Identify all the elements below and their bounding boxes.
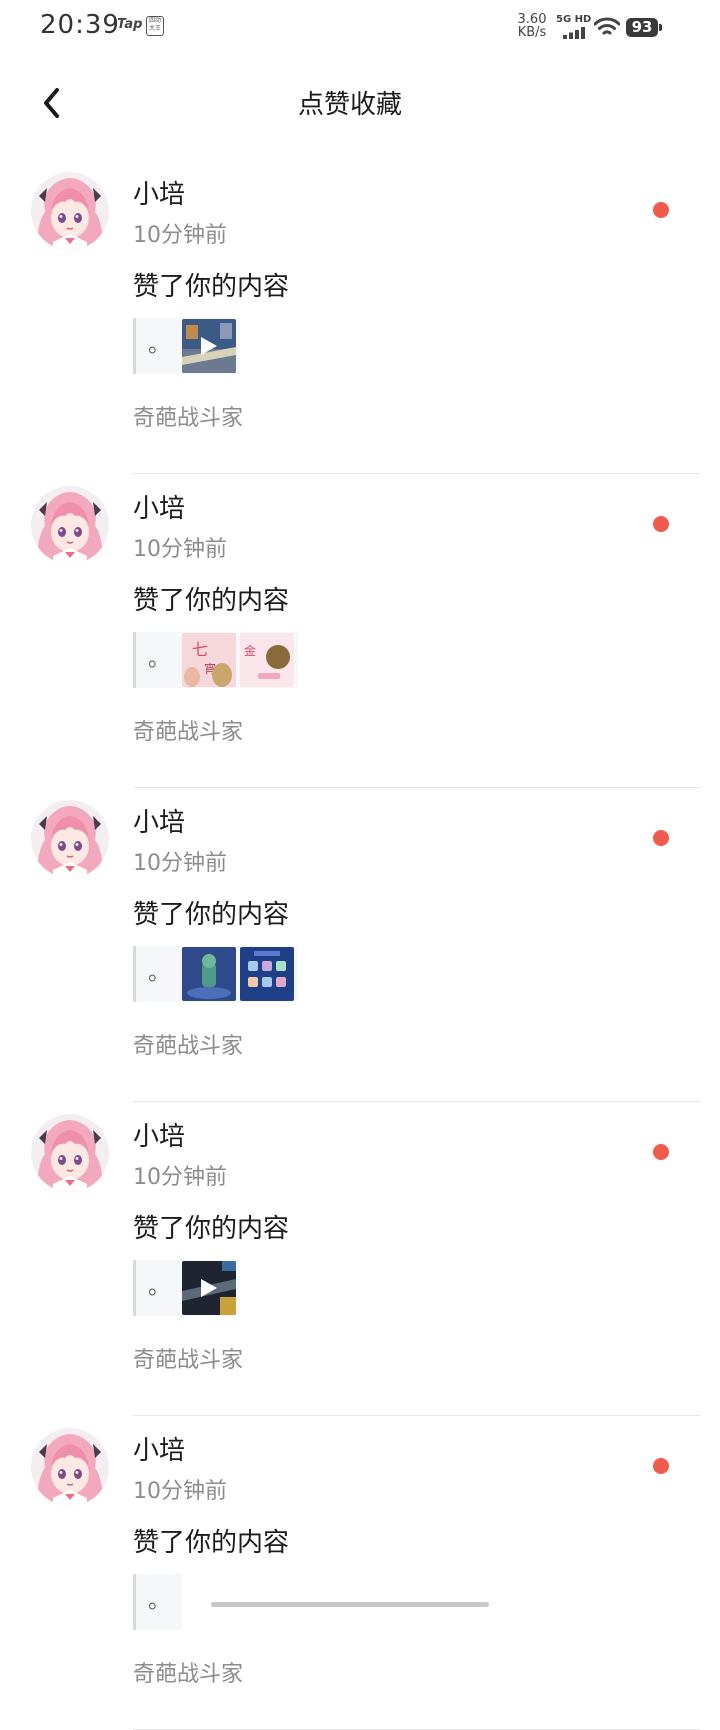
video-thumbnail[interactable] bbox=[182, 1261, 236, 1315]
timestamp: 10分钟前 bbox=[133, 537, 227, 562]
network-speed-unit: KB/s bbox=[517, 25, 547, 40]
timestamp: 10分钟前 bbox=[133, 1165, 227, 1190]
battery-icon: 93 bbox=[626, 18, 662, 37]
image-thumbnail[interactable] bbox=[182, 947, 236, 1001]
notification-item[interactable]: 小培 10分钟前赞了你的内容。奇葩战斗家 bbox=[0, 1416, 720, 1730]
notification-item[interactable]: 小培 10分钟前赞了你的内容。奇葩战斗家 bbox=[0, 788, 720, 1102]
game-name-link[interactable]: 奇葩战斗家 bbox=[133, 1342, 243, 1374]
notification-item[interactable]: 小培 10分钟前赞了你的内容。奇葩战斗家 bbox=[0, 160, 720, 474]
quoted-text: 。 bbox=[147, 1589, 170, 1614]
quoted-content[interactable]: 。 bbox=[133, 318, 240, 374]
game-name-link[interactable]: 奇葩战斗家 bbox=[133, 1656, 243, 1688]
game-name-link[interactable]: 奇葩战斗家 bbox=[133, 1028, 243, 1060]
unread-dot bbox=[653, 1458, 669, 1474]
unread-dot bbox=[653, 830, 669, 846]
quoted-text: 。 bbox=[147, 1275, 170, 1300]
user-name[interactable]: 小培 bbox=[133, 1430, 185, 1467]
quoted-content[interactable]: 。 bbox=[133, 1574, 182, 1630]
network-speed: 3.60 KB/s bbox=[515, 13, 549, 39]
image-thumbnail[interactable] bbox=[240, 947, 294, 1001]
action-text: 赞了你的内容 bbox=[133, 272, 290, 302]
user-name[interactable]: 小培 bbox=[133, 1116, 185, 1153]
game-name-link[interactable]: 奇葩战斗家 bbox=[133, 714, 243, 746]
action-text: 赞了你的内容 bbox=[133, 1528, 290, 1558]
app-badge-icon: 四动大王 bbox=[146, 16, 164, 36]
avatar[interactable] bbox=[31, 172, 109, 250]
notification-list: 小培 10分钟前 赞了你的内容。奇葩战斗家 小培 10分钟前 赞了你的内容。七宵金奇葩战斗… bbox=[0, 160, 720, 1730]
timestamp: 10分钟前 bbox=[133, 223, 227, 248]
quoted-text: 。 bbox=[147, 333, 170, 358]
unread-dot bbox=[653, 1144, 669, 1160]
unread-dot bbox=[653, 202, 669, 218]
avatar[interactable] bbox=[31, 1428, 109, 1506]
user-name[interactable]: 小培 bbox=[133, 802, 185, 839]
quoted-content[interactable]: 。 bbox=[133, 946, 298, 1002]
play-icon bbox=[201, 337, 217, 355]
quoted-content[interactable]: 。 bbox=[133, 1260, 240, 1316]
avatar[interactable] bbox=[31, 800, 109, 878]
notification-item[interactable]: 小培 10分钟前赞了你的内容。奇葩战斗家 bbox=[0, 1102, 720, 1416]
page-title: 点赞收藏 bbox=[297, 90, 402, 120]
action-text: 赞了你的内容 bbox=[133, 1214, 290, 1244]
timestamp: 10分钟前 bbox=[133, 851, 227, 876]
game-name-link[interactable]: 奇葩战斗家 bbox=[133, 400, 243, 432]
avatar[interactable] bbox=[31, 1114, 109, 1192]
user-name[interactable]: 小培 bbox=[133, 174, 185, 211]
action-text: 赞了你的内容 bbox=[133, 900, 290, 930]
home-indicator[interactable] bbox=[211, 1602, 489, 1607]
tap-app-icon: Tap bbox=[117, 17, 143, 32]
avatar[interactable] bbox=[31, 486, 109, 564]
image-thumbnail[interactable]: 金 bbox=[240, 633, 294, 687]
signal-icon bbox=[563, 27, 585, 39]
quoted-text: 。 bbox=[147, 647, 170, 672]
top-bar: 点赞收藏 bbox=[0, 70, 720, 132]
image-thumbnail[interactable]: 七宵 bbox=[182, 633, 236, 687]
svg-text:七: 七 bbox=[192, 640, 208, 659]
user-name[interactable]: 小培 bbox=[133, 488, 185, 525]
status-bar: 20:39 Tap 四动大王 3.60 KB/s 5G HD 93 bbox=[0, 0, 720, 56]
quoted-text: 。 bbox=[147, 961, 170, 986]
video-thumbnail[interactable] bbox=[182, 319, 236, 373]
wifi-icon bbox=[594, 17, 620, 35]
status-time: 20:39 bbox=[40, 10, 120, 40]
network-type: 5G HD bbox=[556, 14, 592, 25]
unread-dot bbox=[653, 516, 669, 532]
play-icon bbox=[201, 1279, 217, 1297]
svg-text:金: 金 bbox=[244, 643, 256, 658]
action-text: 赞了你的内容 bbox=[133, 586, 290, 616]
battery-level: 93 bbox=[631, 18, 653, 36]
notification-item[interactable]: 小培 10分钟前赞了你的内容。七宵金奇葩战斗家 bbox=[0, 474, 720, 788]
quoted-content[interactable]: 。七宵金 bbox=[133, 632, 298, 688]
timestamp: 10分钟前 bbox=[133, 1479, 227, 1504]
